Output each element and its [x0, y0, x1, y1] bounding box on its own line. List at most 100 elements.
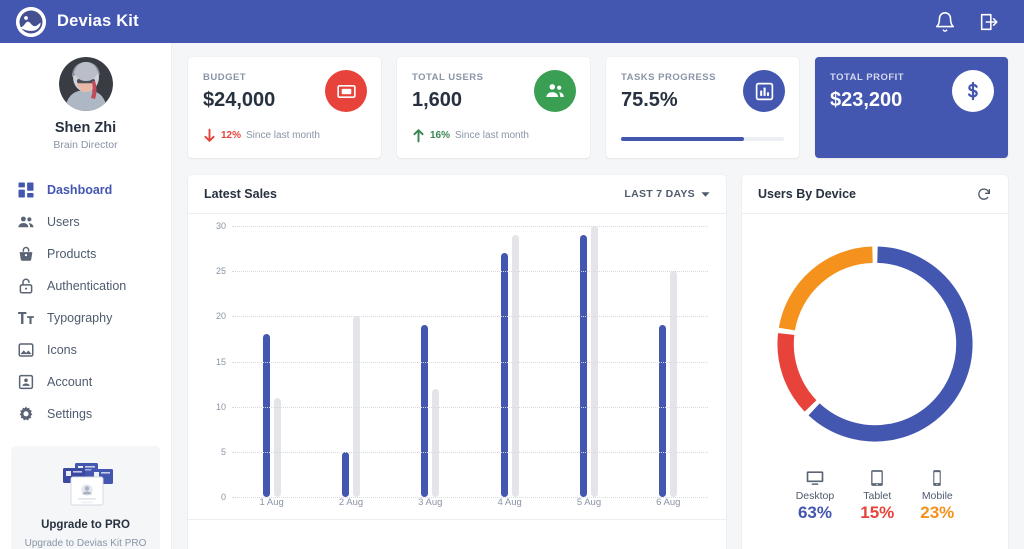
- upgrade-subtitle: Upgrade to Devias Kit PRO and get even m…: [21, 537, 150, 549]
- upgrade-to-pro-card[interactable]: Upgrade to PRO Upgrade to Devias Kit PRO…: [11, 446, 160, 549]
- y-axis-tick: 5: [202, 447, 226, 457]
- sidebar-item-typography[interactable]: Typography: [9, 302, 162, 334]
- users-by-device-card: Users By Device Desktop63% Tablet15% Mobil…: [742, 175, 1008, 549]
- sidebar-item-label: Dashboard: [47, 183, 112, 197]
- bar[interactable]: [274, 398, 281, 497]
- profile-name: Shen Zhi: [55, 120, 116, 136]
- pro-windows-illustration: [21, 459, 150, 513]
- mobile-icon: [920, 467, 954, 489]
- sidebar-nav: Dashboard Users Products: [0, 164, 171, 430]
- sidebar-item-users[interactable]: Users: [9, 206, 162, 238]
- avatar[interactable]: [59, 57, 113, 111]
- mountain-logo-icon: [16, 7, 46, 37]
- x-axis-tick: 1 Aug: [232, 497, 311, 508]
- stat-delta: 16%: [430, 130, 450, 141]
- x-axis-tick: 4 Aug: [470, 497, 549, 508]
- x-axis-tick: 2 Aug: [311, 497, 390, 508]
- top-app-bar: Devias Kit: [0, 0, 1024, 43]
- bell-icon[interactable]: [934, 11, 956, 33]
- bar[interactable]: [432, 389, 439, 497]
- stat-card-budget: BUDGET $24,000 12% Since last month: [188, 57, 381, 158]
- users-icon: [17, 213, 35, 231]
- sidebar-item-products[interactable]: Products: [9, 238, 162, 270]
- grid-line: [232, 362, 708, 363]
- stat-delta: 12%: [221, 130, 241, 141]
- stat-since: Since last month: [246, 130, 320, 141]
- legend-device-name: Mobile: [920, 490, 954, 502]
- y-axis-tick: 30: [202, 221, 226, 231]
- bar[interactable]: [580, 235, 587, 497]
- bar-chart-icon: [743, 70, 785, 112]
- device-donut-chart: [742, 214, 1008, 467]
- legend-device-percent: 15%: [860, 503, 894, 523]
- dollar-icon: [952, 70, 994, 112]
- bar[interactable]: [659, 325, 666, 497]
- legend-item: Desktop63%: [796, 467, 835, 543]
- chevron-down-icon: [701, 190, 710, 199]
- y-axis-tick: 10: [202, 402, 226, 412]
- dashboard-icon: [17, 181, 35, 199]
- desktop-icon: [796, 467, 835, 489]
- stat-card-tasks-progress: TASKS PROGRESS 75.5%: [606, 57, 799, 158]
- sidebar-item-label: Settings: [47, 407, 92, 421]
- grid-line: [232, 452, 708, 453]
- refresh-icon[interactable]: [976, 186, 992, 202]
- card-footer: [188, 519, 726, 549]
- donut-segment[interactable]: [787, 254, 873, 328]
- tablet-icon: [860, 467, 894, 489]
- y-axis-tick: 25: [202, 266, 226, 276]
- bar[interactable]: [501, 253, 508, 497]
- progress-bar: [621, 137, 784, 141]
- shopping-basket-icon: [17, 245, 35, 263]
- sidebar-item-label: Users: [47, 215, 80, 229]
- bar[interactable]: [342, 452, 349, 497]
- legend-item: Tablet15%: [860, 467, 894, 543]
- image-icon: [17, 341, 35, 359]
- date-range-selector[interactable]: LAST 7 DAYS: [624, 188, 710, 200]
- bar[interactable]: [263, 334, 270, 497]
- sidebar-item-label: Products: [47, 247, 96, 261]
- stat-card-total-users: TOTAL USERS 1,600 16% Since last month: [397, 57, 590, 158]
- sidebar: Shen Zhi Brain Director Dashboard: [0, 43, 172, 549]
- card-title: Latest Sales: [204, 187, 277, 201]
- legend-device-percent: 23%: [920, 503, 954, 523]
- brand[interactable]: Devias Kit: [16, 7, 139, 37]
- card-header: Users By Device: [742, 175, 1008, 214]
- main-content: BUDGET $24,000 12% Since last month: [172, 43, 1024, 549]
- stat-since: Since last month: [455, 130, 529, 141]
- logout-icon[interactable]: [978, 11, 1000, 33]
- sales-bar-chart: 051015202530: [202, 226, 712, 497]
- sidebar-item-settings[interactable]: Settings: [9, 398, 162, 430]
- upgrade-title: Upgrade to PRO: [21, 519, 150, 531]
- y-axis-tick: 15: [202, 357, 226, 367]
- device-legend: Desktop63% Tablet15% Mobile23%: [742, 467, 1008, 549]
- stat-footer: 16% Since last month: [412, 128, 529, 143]
- sidebar-item-dashboard[interactable]: Dashboard: [9, 174, 162, 206]
- legend-device-name: Desktop: [796, 490, 835, 502]
- donut-segment[interactable]: [786, 334, 811, 406]
- sidebar-item-label: Authentication: [47, 279, 126, 293]
- latest-sales-card: Latest Sales LAST 7 DAYS 051015202530 1 …: [188, 175, 726, 549]
- x-axis-tick: 5 Aug: [549, 497, 628, 508]
- date-range-label: LAST 7 DAYS: [624, 188, 695, 200]
- grid-line: [232, 226, 708, 227]
- sidebar-item-authentication[interactable]: Authentication: [9, 270, 162, 302]
- text-format-icon: [17, 309, 35, 327]
- sidebar-item-icons[interactable]: Icons: [9, 334, 162, 366]
- app-title: Devias Kit: [57, 12, 139, 31]
- x-axis-labels: 1 Aug2 Aug3 Aug4 Aug5 Aug6 Aug: [232, 497, 708, 508]
- card-header: Latest Sales LAST 7 DAYS: [188, 175, 726, 214]
- bar[interactable]: [670, 271, 677, 497]
- people-icon: [534, 70, 576, 112]
- legend-device-name: Tablet: [860, 490, 894, 502]
- donut-segment[interactable]: [814, 254, 964, 433]
- card-title: Users By Device: [758, 187, 856, 201]
- lock-icon: [17, 277, 35, 295]
- progress-bar-fill: [621, 137, 744, 141]
- sidebar-item-account[interactable]: Account: [9, 366, 162, 398]
- stat-footer: 12% Since last month: [203, 128, 320, 143]
- sidebar-profile[interactable]: Shen Zhi Brain Director: [0, 57, 171, 151]
- bar[interactable]: [421, 325, 428, 497]
- y-axis-tick: 20: [202, 311, 226, 321]
- bar[interactable]: [512, 235, 519, 497]
